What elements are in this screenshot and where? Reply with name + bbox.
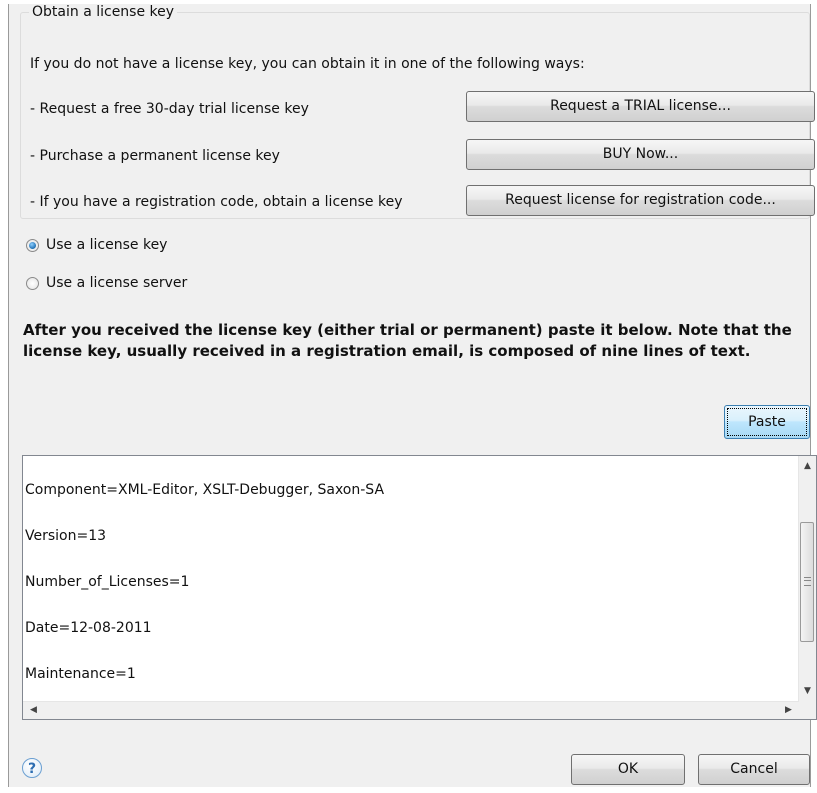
intro-text: If you do not have a license key, you ca… <box>30 56 585 72</box>
scrollbar-corner <box>799 702 816 719</box>
scroll-grip-icon <box>804 577 811 586</box>
registration-row-label: - If you have a registration code, obtai… <box>30 194 403 210</box>
use-license-server-label: Use a license server <box>46 275 188 291</box>
scroll-down-arrow-icon[interactable]: ▼ <box>799 683 816 700</box>
license-dialog: Obtain a license key If you do not have … <box>8 4 817 787</box>
license-line: Number_of_Licenses=1 <box>25 574 190 590</box>
vertical-scrollbar[interactable]: ▲ ▼ <box>798 456 816 702</box>
use-license-server-radio[interactable] <box>26 276 39 290</box>
horizontal-scrollbar[interactable]: ◀ ▶ <box>23 701 799 719</box>
scroll-up-arrow-icon[interactable]: ▲ <box>799 458 816 475</box>
buy-now-button[interactable]: BUY Now... <box>466 139 815 170</box>
use-license-server-option[interactable]: Use a license server <box>26 273 187 293</box>
paste-button-label: Paste <box>748 414 786 430</box>
ok-button[interactable]: OK <box>571 754 685 785</box>
cancel-button-label: Cancel <box>730 761 778 777</box>
request-registration-license-button[interactable]: Request license for registration code... <box>466 185 815 216</box>
license-line: Maintenance=1 <box>25 666 136 682</box>
purchase-row-label: - Purchase a permanent license key <box>30 148 280 164</box>
request-trial-button-label: Request a TRIAL license... <box>550 98 731 114</box>
paste-instructions: After you received the license key (eith… <box>23 321 792 360</box>
request-registration-license-button-label: Request license for registration code... <box>505 192 776 208</box>
group-legend: Obtain a license key <box>29 4 178 20</box>
vertical-scroll-thumb[interactable] <box>800 522 814 642</box>
scroll-right-arrow-icon[interactable]: ▶ <box>780 702 797 719</box>
request-trial-button[interactable]: Request a TRIAL license... <box>466 91 815 122</box>
trial-row-label: - Request a free 30-day trial license ke… <box>30 101 309 117</box>
help-icon[interactable]: ? <box>22 758 42 778</box>
license-line: Version=13 <box>25 528 107 544</box>
use-license-key-option[interactable]: Use a license key <box>26 235 167 255</box>
paste-button[interactable]: Paste <box>724 405 810 439</box>
license-line: Date=12-08-2011 <box>25 620 152 636</box>
ok-button-label: OK <box>617 761 639 777</box>
scroll-left-arrow-icon[interactable]: ◀ <box>25 702 42 719</box>
obtain-license-group: Obtain a license key If you do not have … <box>20 4 815 219</box>
cancel-button[interactable]: Cancel <box>698 754 810 785</box>
use-license-key-label: Use a license key <box>46 237 168 253</box>
license-key-textarea[interactable]: Component=XML-Editor, XSLT-Debugger, Sax… <box>22 455 817 720</box>
buy-now-button-label: BUY Now... <box>602 146 679 162</box>
use-license-key-radio[interactable] <box>26 238 39 252</box>
license-line: Component=XML-Editor, XSLT-Debugger, Sax… <box>25 482 385 498</box>
